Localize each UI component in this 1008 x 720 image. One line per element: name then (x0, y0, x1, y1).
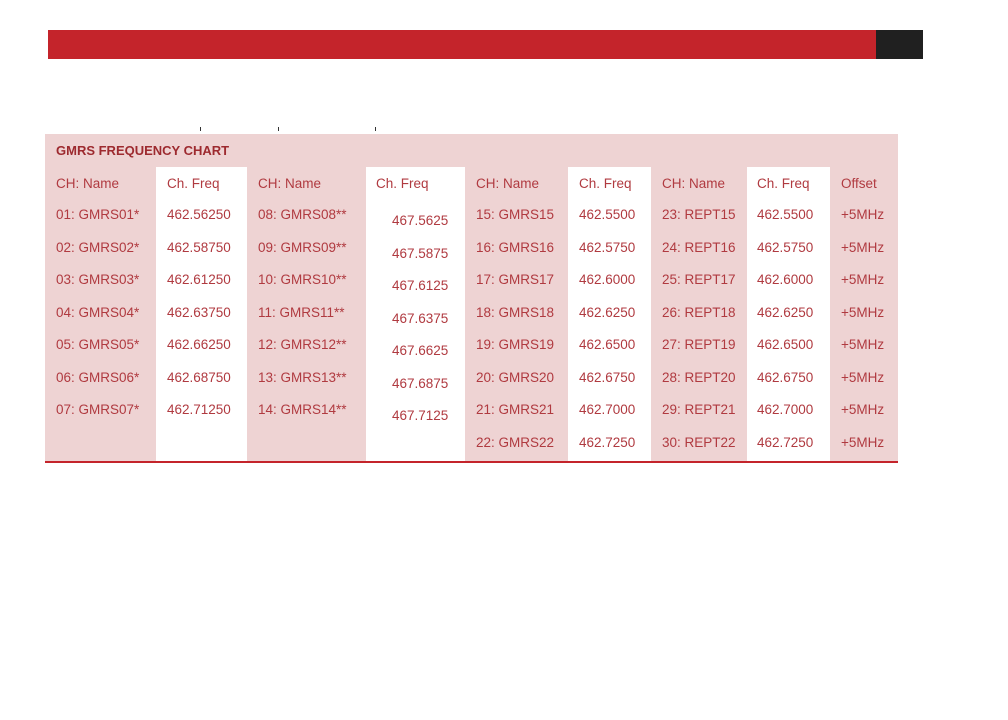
channel-frequency: 462.6500 (757, 337, 814, 352)
channel-offset: +5MHz (841, 240, 885, 255)
channel-frequency: 462.61250 (167, 272, 231, 287)
channel-offset: +5MHz (841, 370, 885, 385)
channel-frequency: 462.5500 (579, 207, 636, 222)
column-header: Ch. Freq (167, 176, 220, 191)
channel-name: 02: GMRS02* (56, 240, 140, 255)
channel-name: 28: REPT20 (662, 370, 736, 385)
channel-name: 22: GMRS22 (476, 435, 555, 450)
channel-name: 30: REPT22 (662, 435, 736, 450)
channel-offset: +5MHz (841, 337, 885, 352)
column-header: CH: Name (56, 176, 120, 191)
channel-frequency: 462.6750 (579, 370, 636, 385)
channel-frequency: 462.7000 (579, 402, 636, 417)
channel-name: 26: REPT18 (662, 305, 736, 320)
channel-name: 24: REPT16 (662, 240, 736, 255)
channel-name: 23: REPT15 (662, 207, 736, 222)
channel-frequency: 462.63750 (167, 305, 231, 320)
channel-offset: +5MHz (841, 402, 885, 417)
channel-frequency: 467.5875 (392, 246, 449, 261)
channel-frequency: 462.7000 (757, 402, 814, 417)
channel-frequency: 462.5750 (757, 240, 814, 255)
column-header: Ch. Freq (579, 176, 632, 191)
channel-frequency: 467.6125 (392, 278, 449, 293)
channel-offset: +5MHz (841, 272, 885, 287)
channel-name: 07: GMRS07* (56, 402, 140, 417)
header-banner-end (876, 30, 923, 59)
channel-frequency: 462.7250 (579, 435, 636, 450)
channel-name: 19: GMRS19 (476, 337, 555, 352)
channel-frequency: 462.66250 (167, 337, 231, 352)
tick-mark (278, 127, 279, 131)
channel-name: 01: GMRS01* (56, 207, 140, 222)
column-header: Offset (841, 176, 877, 191)
channel-name: 11: GMRS11** (258, 305, 345, 320)
channel-name: 15: GMRS15 (476, 207, 555, 222)
channel-frequency: 467.6375 (392, 311, 449, 326)
channel-frequency: 462.68750 (167, 370, 231, 385)
channel-name: 16: GMRS16 (476, 240, 555, 255)
channel-frequency: 467.5625 (392, 213, 449, 228)
channel-frequency: 462.6250 (579, 305, 636, 320)
channel-frequency: 462.6500 (579, 337, 636, 352)
channel-name: 04: GMRS04* (56, 305, 140, 320)
tick-mark (375, 127, 376, 131)
frequency-chart: GMRS FREQUENCY CHART CH: Name Ch. Freq CH:… (45, 134, 898, 463)
channel-name: 09: GMRS09** (258, 240, 347, 255)
column-header: CH: Name (258, 176, 322, 191)
channel-frequency: 462.56250 (167, 207, 231, 222)
channel-name: 12: GMRS12** (258, 337, 347, 352)
channel-name: 25: REPT17 (662, 272, 736, 287)
channel-name: 17: GMRS17 (476, 272, 555, 287)
channel-name: 21: GMRS21 (476, 402, 555, 417)
channel-frequency: 467.6625 (392, 343, 449, 358)
channel-frequency: 462.71250 (167, 402, 231, 417)
channel-name: 10: GMRS10** (258, 272, 347, 287)
channel-frequency: 462.7250 (757, 435, 814, 450)
channel-frequency: 462.6000 (579, 272, 636, 287)
channel-name: 27: REPT19 (662, 337, 736, 352)
channel-name: 03: GMRS03* (56, 272, 140, 287)
column-header: Ch. Freq (376, 176, 429, 191)
chart-title: GMRS FREQUENCY CHART (56, 143, 230, 158)
channel-name: 14: GMRS14** (258, 402, 347, 417)
channel-name: 29: REPT21 (662, 402, 736, 417)
channel-name: 13: GMRS13** (258, 370, 347, 385)
tick-mark (200, 127, 201, 131)
channel-name: 20: GMRS20 (476, 370, 555, 385)
decorative-ticks (170, 127, 410, 133)
channel-name: 18: GMRS18 (476, 305, 555, 320)
channel-offset: +5MHz (841, 207, 885, 222)
channel-frequency: 462.5500 (757, 207, 814, 222)
channel-frequency: 462.6250 (757, 305, 814, 320)
channel-name: 06: GMRS06* (56, 370, 140, 385)
header-banner (48, 30, 876, 59)
channel-offset: +5MHz (841, 305, 885, 320)
channel-frequency: 467.6875 (392, 376, 449, 391)
channel-frequency: 462.5750 (579, 240, 636, 255)
channel-name: 05: GMRS05* (56, 337, 140, 352)
channel-frequency: 462.58750 (167, 240, 231, 255)
column-header: CH: Name (476, 176, 540, 191)
channel-frequency: 462.6000 (757, 272, 814, 287)
column-header: Ch. Freq (757, 176, 810, 191)
channel-frequency: 467.7125 (392, 408, 449, 423)
channel-frequency: 462.6750 (757, 370, 814, 385)
column-header: CH: Name (662, 176, 726, 191)
channel-name: 08: GMRS08** (258, 207, 347, 222)
channel-offset: +5MHz (841, 435, 885, 450)
